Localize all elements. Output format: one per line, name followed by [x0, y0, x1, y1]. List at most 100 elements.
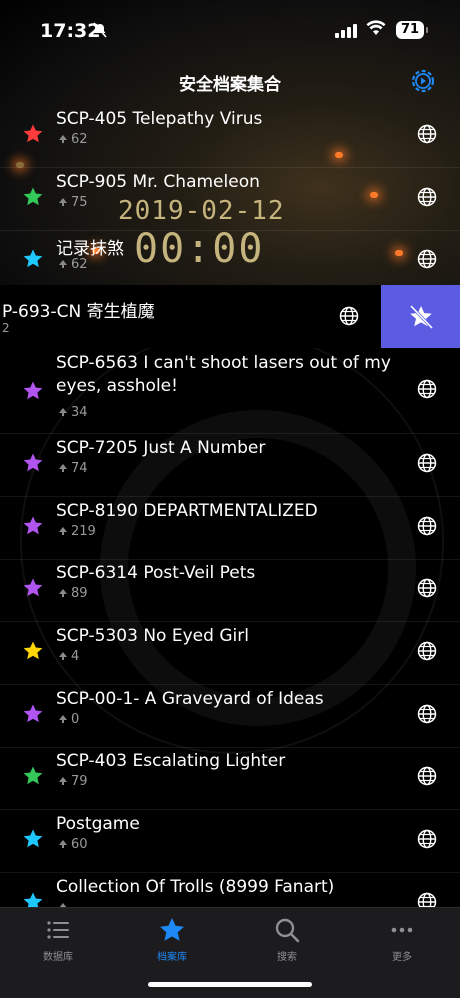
favorite-star-icon: [22, 380, 44, 402]
list-item-votes: 0: [58, 712, 79, 727]
list-item[interactable]: SCP-6563 I can't shoot lasers out of my …: [0, 348, 460, 434]
tab-label: 数据库: [43, 952, 73, 963]
globe-icon[interactable]: [417, 578, 437, 598]
vote-count: 79: [71, 774, 88, 789]
list-item-votes: 79: [58, 774, 88, 789]
globe-icon[interactable]: [339, 306, 359, 326]
tab-label: 搜索: [277, 952, 297, 963]
search-icon: [275, 918, 300, 943]
list-item[interactable]: 记录抹煞 62: [0, 230, 460, 293]
favorite-star-icon: [22, 828, 44, 850]
list-item[interactable]: SCP-905 Mr. Chameleon 75: [0, 168, 460, 231]
vote-count: 74: [71, 461, 88, 476]
upvote-icon: [58, 839, 68, 851]
list-item[interactable]: SCP-405 Telepathy Virus 62: [0, 105, 460, 168]
tab-database[interactable]: 数据库: [18, 916, 98, 963]
globe-icon[interactable]: [417, 187, 437, 207]
vote-count: 62: [71, 132, 88, 147]
upvote-icon: [58, 651, 68, 663]
vote-count: 34: [71, 405, 88, 420]
globe-icon[interactable]: [417, 704, 437, 724]
favorite-star-icon: [22, 123, 44, 145]
vote-count: 0: [71, 712, 80, 727]
list-item-votes: 2: [2, 321, 10, 335]
globe-icon[interactable]: [417, 124, 437, 144]
list-item-votes: 4: [58, 649, 79, 664]
list-item[interactable]: SCP-8190 DEPARTMENTALIZED 219: [0, 497, 460, 560]
upvote-icon: [58, 134, 68, 146]
globe-icon[interactable]: [417, 766, 437, 786]
star-icon: [160, 918, 184, 941]
list-item-votes: 75: [58, 195, 88, 210]
globe-icon[interactable]: [417, 453, 437, 473]
home-indicator: [148, 982, 312, 987]
list-item[interactable]: SCP-5303 No Eyed Girl 4: [0, 622, 460, 685]
list-item[interactable]: SCP-6314 Post-Veil Pets 89: [0, 559, 460, 622]
swiped-list-item[interactable]: P-693-CN 寄生植魔 2: [0, 285, 460, 348]
bell-muted-icon: [92, 22, 108, 42]
page-title: 安全档案集合: [179, 75, 281, 95]
tab-label: 更多: [392, 952, 412, 963]
list-item-votes: 74: [58, 461, 88, 476]
list-item-votes: 62: [58, 257, 88, 272]
globe-icon[interactable]: [417, 516, 437, 536]
favorite-star-icon: [22, 640, 44, 662]
tab-search[interactable]: 搜索: [247, 916, 327, 963]
battery-indicator: 71: [396, 21, 428, 39]
settings-gear-icon[interactable]: [410, 68, 436, 94]
list-item-title: Collection Of Trolls (8999 Fanart): [56, 877, 335, 897]
favorite-star-icon: [22, 248, 44, 270]
upvote-icon: [58, 463, 68, 475]
wifi-icon: [366, 20, 386, 41]
favorite-star-icon: [22, 765, 44, 787]
favorite-star-icon: [22, 186, 44, 208]
upvote-icon: [58, 407, 68, 419]
vote-count: 219: [71, 524, 96, 539]
cellular-signal-icon: [335, 24, 361, 38]
upvote-icon: [58, 526, 68, 538]
list-item-title: 记录抹煞: [56, 239, 124, 259]
vote-count: 62: [71, 257, 88, 272]
unfavorite-button[interactable]: [381, 285, 460, 348]
list-item-title: SCP-405 Telepathy Virus: [56, 109, 263, 129]
tab-more[interactable]: 更多: [362, 916, 442, 963]
tab-label: 档案库: [157, 952, 187, 963]
vote-count: 60: [71, 837, 88, 852]
list-item[interactable]: Postgame 60: [0, 810, 460, 873]
favorite-star-icon: [22, 703, 44, 725]
upvote-icon: [58, 776, 68, 788]
globe-icon[interactable]: [417, 379, 437, 399]
list-item[interactable]: SCP-7205 Just A Number 74: [0, 434, 460, 497]
list-item-title: SCP-8190 DEPARTMENTALIZED: [56, 501, 318, 521]
star-slash-icon: [409, 304, 434, 330]
list-item-title: SCP-7205 Just A Number: [56, 438, 266, 458]
list-item-votes: 62: [58, 132, 88, 147]
list-item-title: SCP-905 Mr. Chameleon: [56, 172, 260, 192]
vote-count: 75: [71, 195, 88, 210]
list-item-votes: 219: [58, 524, 96, 539]
globe-icon[interactable]: [417, 249, 437, 269]
list-item-title: P-693-CN 寄生植魔: [2, 302, 155, 322]
vote-count: 4: [71, 649, 80, 664]
favorite-star-icon: [22, 577, 44, 599]
list-item-title: SCP-5303 No Eyed Girl: [56, 626, 249, 646]
status-bar: 17:32 71: [0, 0, 460, 60]
vote-count: 89: [71, 586, 88, 601]
list-item-votes: 60: [58, 837, 88, 852]
list-item[interactable]: SCP-00-1- A Graveyard of Ideas 0: [0, 685, 460, 748]
list-item-title: SCP-6314 Post-Veil Pets: [56, 563, 256, 583]
globe-icon[interactable]: [417, 641, 437, 661]
upvote-icon: [58, 197, 68, 209]
list-item-title: SCP-6563 I can't shoot lasers out of my …: [56, 353, 391, 396]
list-item[interactable]: SCP-403 Escalating Lighter 79: [0, 747, 460, 810]
list-item-title: Postgame: [56, 814, 140, 834]
more-icon: [391, 927, 413, 933]
tab-archive[interactable]: 档案库: [132, 916, 212, 963]
list-item-title: SCP-00-1- A Graveyard of Ideas: [56, 689, 324, 709]
favorite-star-icon: [22, 515, 44, 537]
upvote-icon: [58, 714, 68, 726]
globe-icon[interactable]: [417, 829, 437, 849]
list-icon: [47, 921, 69, 939]
upvote-icon: [58, 588, 68, 600]
list-item-title: SCP-403 Escalating Lighter: [56, 751, 286, 771]
